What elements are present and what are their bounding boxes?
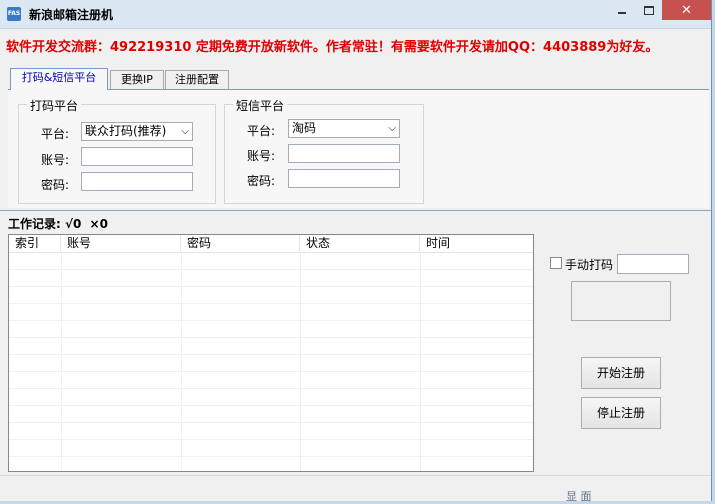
- manual-captcha-input[interactable]: [617, 254, 689, 274]
- captcha-platform-select[interactable]: 联众打码(推荐) ⌵: [81, 122, 193, 141]
- manual-captcha-checkbox[interactable]: [550, 257, 562, 269]
- work-log-summary: 工作记录: √0 ×0: [8, 215, 108, 232]
- table-row-line: [9, 405, 533, 406]
- minimize-button[interactable]: [609, 0, 635, 20]
- tab-register-config[interactable]: 注册配置: [165, 70, 229, 89]
- table-row-line: [9, 388, 533, 389]
- background-glyph: 面: [580, 490, 592, 503]
- sms-platform-select[interactable]: 淘码 ⌵: [288, 119, 400, 138]
- table-row-line: [9, 456, 533, 457]
- background-glyph: 显: [566, 490, 577, 503]
- sms-platform-label: 平台:: [247, 124, 276, 138]
- section-divider: [0, 210, 711, 211]
- stop-register-button[interactable]: 停止注册: [581, 397, 661, 429]
- background-window-text: 显 面: [566, 488, 592, 504]
- captcha-platform-group: 打码平台 平台: 联众打码(推荐) ⌵ 账号: 密码:: [18, 97, 216, 204]
- work-log-table[interactable]: 索引 账号 密码 状态 时间: [8, 234, 534, 472]
- sms-password-field[interactable]: [288, 169, 400, 188]
- column-header-password[interactable]: 密码: [181, 235, 300, 252]
- tab-captcha-sms[interactable]: 打码&短信平台: [10, 68, 108, 90]
- table-column-line: [181, 252, 182, 471]
- main-window: FAS 新浪邮箱注册机 ✕ 软件开发交流群：492219310 定期免费开放新软…: [0, 0, 712, 501]
- window-title: 新浪邮箱注册机: [29, 8, 114, 22]
- start-register-button[interactable]: 开始注册: [581, 357, 661, 389]
- table-column-line: [61, 252, 62, 471]
- table-row-line: [9, 269, 533, 270]
- column-header-status[interactable]: 状态: [300, 235, 420, 252]
- chevron-down-icon: ⌵: [181, 126, 189, 137]
- success-count: √0: [65, 217, 82, 231]
- sms-account-label: 账号:: [247, 149, 276, 163]
- tab-panel: 打码平台 平台: 联众打码(推荐) ⌵ 账号: 密码: 短信平台 平台: 淘码 …: [8, 89, 709, 208]
- table-row-line: [9, 422, 533, 423]
- table-row-line: [9, 303, 533, 304]
- table-column-line: [300, 252, 301, 471]
- sms-group-title: 短信平台: [233, 97, 288, 114]
- sms-account-field[interactable]: [288, 144, 400, 163]
- table-row-line: [9, 286, 533, 287]
- maximize-button[interactable]: [635, 0, 662, 20]
- tab-change-ip[interactable]: 更换IP: [110, 70, 164, 89]
- minimize-icon: [618, 11, 626, 14]
- work-log-label: 工作记录:: [8, 217, 61, 231]
- table-row-line: [9, 337, 533, 338]
- captcha-platform-label: 平台:: [41, 127, 70, 141]
- column-header-index[interactable]: 索引: [9, 235, 61, 252]
- captcha-password-label: 密码:: [41, 178, 70, 192]
- captcha-group-title: 打码平台: [27, 97, 82, 114]
- captcha-image-box: [571, 281, 671, 321]
- column-header-time[interactable]: 时间: [420, 235, 533, 252]
- status-bar: [0, 475, 711, 496]
- captcha-account-label: 账号:: [41, 153, 70, 167]
- captcha-password-field[interactable]: [81, 172, 193, 191]
- table-column-line: [420, 252, 421, 471]
- sms-platform-value: 淘码: [292, 121, 317, 135]
- maximize-icon: [643, 6, 654, 15]
- captcha-account-field[interactable]: [81, 147, 193, 166]
- title-bar[interactable]: FAS 新浪邮箱注册机 ✕: [0, 0, 711, 29]
- table-row-line: [9, 320, 533, 321]
- fail-count: ×0: [89, 217, 108, 231]
- close-icon: ✕: [681, 3, 692, 18]
- table-row-line: [9, 371, 533, 372]
- app-icon: FAS: [7, 7, 21, 21]
- sms-platform-group: 短信平台 平台: 淘码 ⌵ 账号: 密码:: [224, 97, 424, 204]
- table-row-line: [9, 439, 533, 440]
- captcha-platform-value: 联众打码(推荐): [85, 124, 167, 138]
- close-button[interactable]: ✕: [662, 0, 711, 20]
- table-row-line: [9, 354, 533, 355]
- table-header: 索引 账号 密码 状态 时间: [9, 235, 533, 253]
- promo-banner: 软件开发交流群：492219310 定期免费开放新软件。作者常驻！有需要软件开发…: [6, 40, 659, 55]
- manual-captcha-label: 手动打码: [565, 258, 614, 272]
- sms-password-label: 密码:: [247, 174, 276, 188]
- chevron-down-icon: ⌵: [388, 123, 396, 134]
- column-header-account[interactable]: 账号: [61, 235, 181, 252]
